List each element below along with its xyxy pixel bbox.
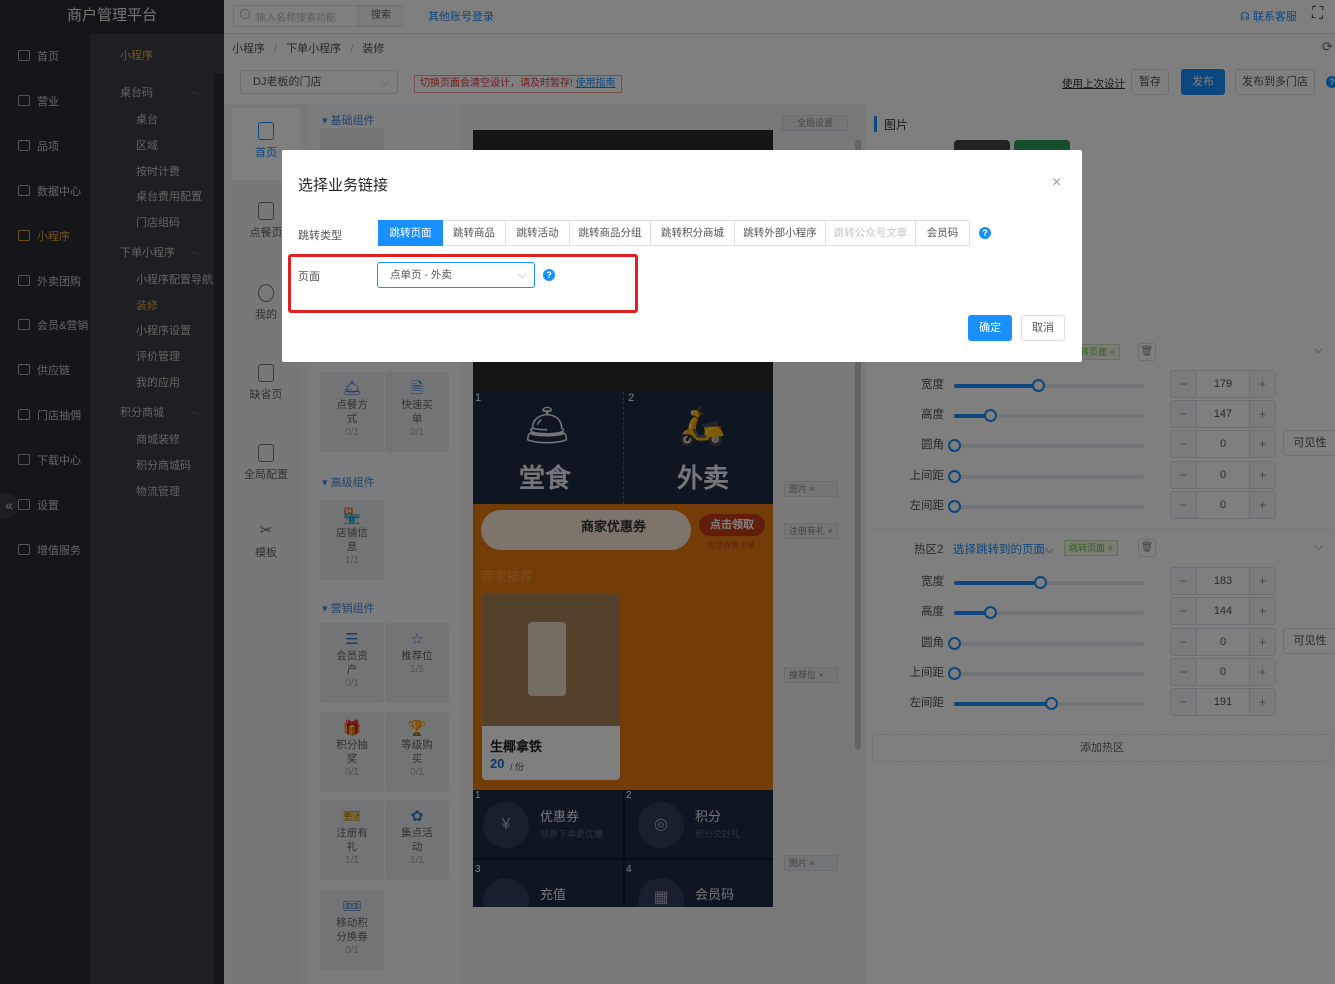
close-icon[interactable]: × [1052,174,1061,192]
jump-type-tab[interactable]: 跳转积分商城 [651,220,735,246]
dialog-title: 选择业务链接 [298,177,389,194]
jump-type-tab[interactable]: 跳转商品分组 [570,220,651,246]
page-select-value: 点单页 - 外卖 [390,269,452,281]
help-icon[interactable]: ? [979,227,991,239]
jump-type-tab: 跳转公众号文章 [826,220,916,246]
jump-type-tab[interactable]: 跳转页面 [378,220,443,246]
cancel-button[interactable]: 取消 [1021,315,1065,341]
chevron-down-icon: ⌵ [518,269,526,281]
link-select-dialog: 选择业务链接 × 跳转类型 跳转页面 跳转商品 跳转活动 跳转商品分组 跳转积分商城 跳转… [282,150,1082,362]
jump-type-tab[interactable]: 跳转商品 [443,220,506,246]
jump-type-tab[interactable]: 会员码 [916,220,970,246]
page-select[interactable]: 点单页 - 外卖 ⌵ [377,262,535,288]
jump-type-tab[interactable]: 跳转活动 [506,220,570,246]
jump-type-label: 跳转类型 [298,230,342,242]
help-icon[interactable]: ? [543,269,555,281]
modal-mask[interactable] [0,0,1335,984]
jump-type-tab[interactable]: 跳转外部小程序 [735,220,826,246]
page-label: 页面 [298,271,320,283]
confirm-button[interactable]: 确定 [968,315,1012,341]
